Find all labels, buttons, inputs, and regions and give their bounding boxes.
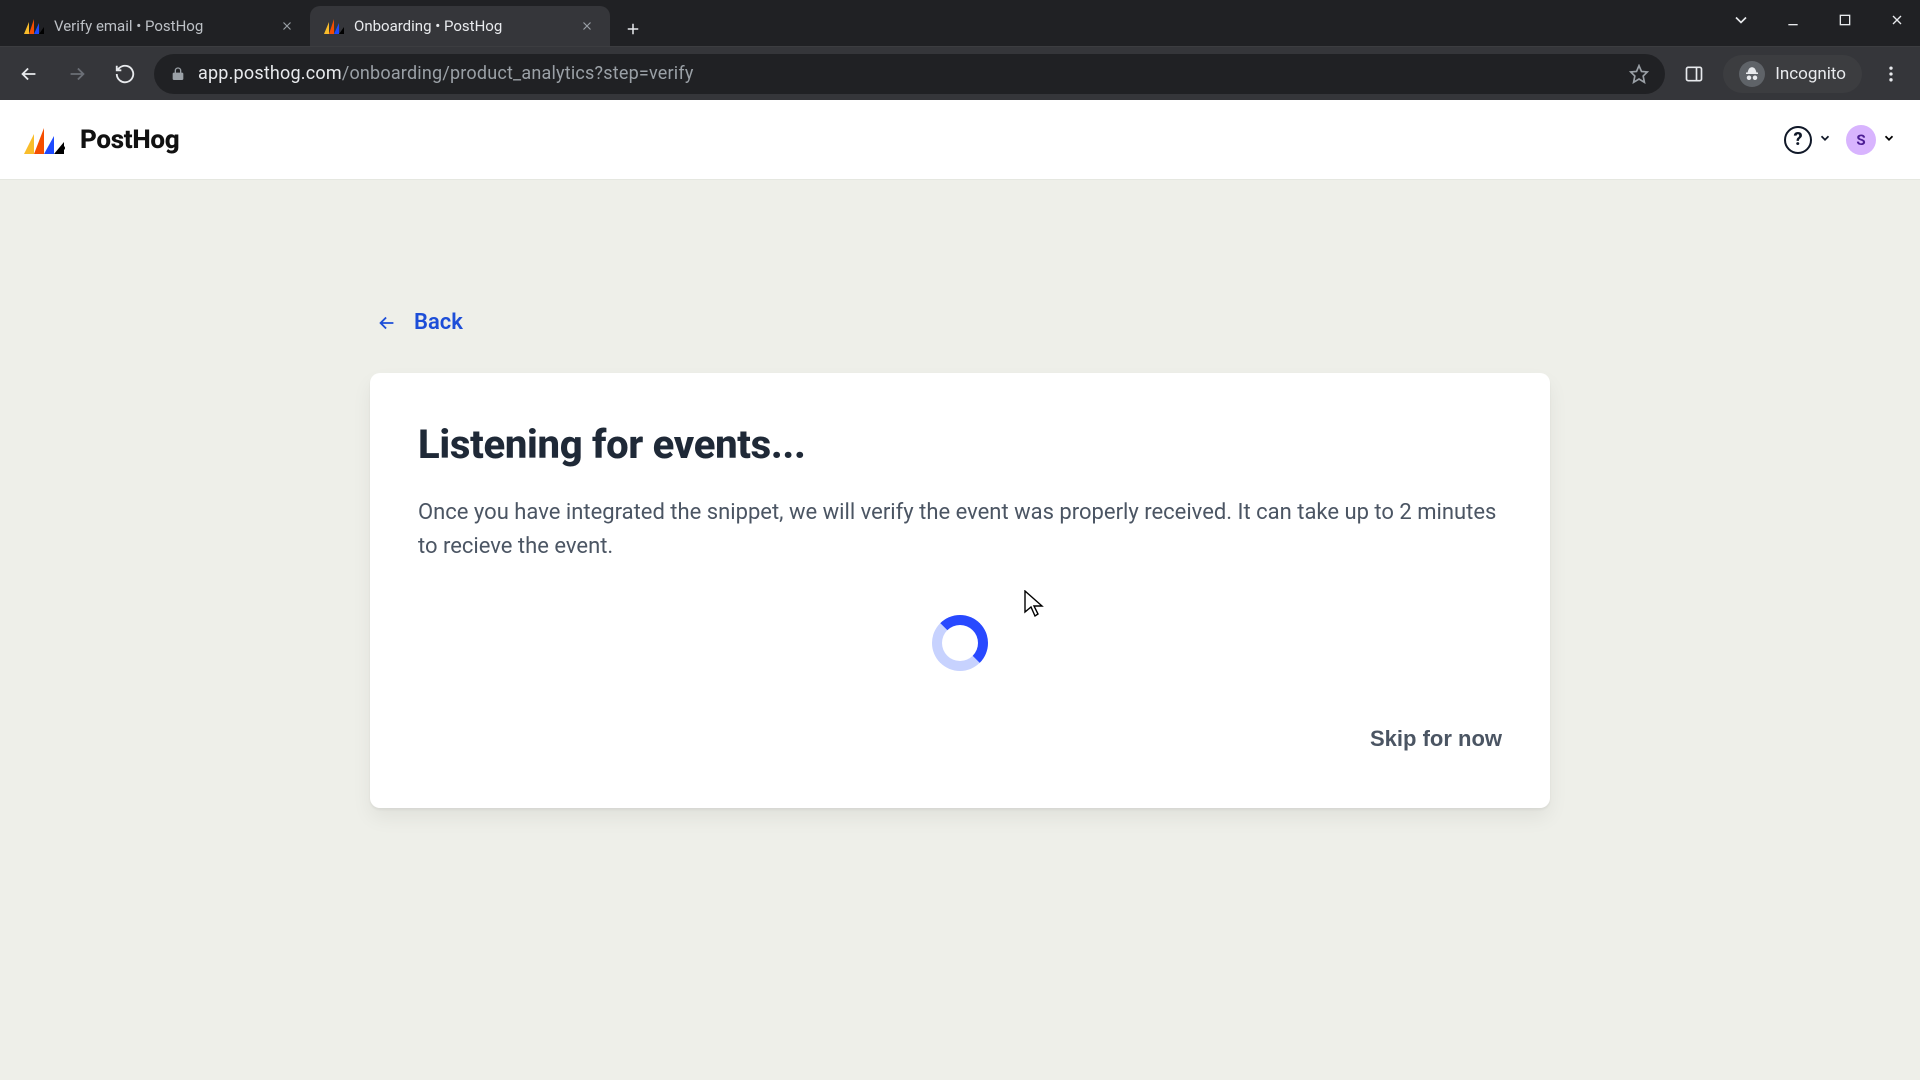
card-description: Once you have integrated the snippet, we… [418, 496, 1502, 564]
address-bar[interactable]: app.posthog.com/onboarding/product_analy… [154, 54, 1665, 94]
logo[interactable]: PostHog [24, 125, 179, 155]
posthog-logo-icon [24, 126, 68, 154]
browser-tab[interactable]: Verify email • PostHog [10, 6, 310, 46]
chevron-down-icon [1882, 130, 1896, 149]
onboarding-card: Listening for events... Once you have in… [370, 373, 1550, 808]
window-minimize-button[interactable] [1776, 5, 1810, 35]
nav-forward-button[interactable] [58, 55, 96, 93]
onboarding-content: Back Listening for events... Once you ha… [370, 310, 1550, 808]
back-link-label: Back [414, 310, 463, 335]
help-icon: ? [1784, 126, 1812, 154]
browser-tab-title: Onboarding • PostHog [354, 17, 568, 35]
help-menu[interactable]: ? [1784, 126, 1832, 154]
cursor-icon [1024, 590, 1044, 618]
brand-name: PostHog [80, 125, 179, 155]
browser-menu-button[interactable] [1872, 55, 1910, 93]
card-title: Listening for events... [418, 421, 1502, 468]
loading-spinner-icon [932, 615, 988, 671]
posthog-favicon-icon [24, 16, 44, 36]
browser-tab[interactable]: Onboarding • PostHog [310, 6, 610, 46]
tabs-dropdown-button[interactable] [1724, 5, 1758, 35]
app-header: PostHog ? S [0, 100, 1920, 180]
posthog-favicon-icon [324, 16, 344, 36]
back-link[interactable]: Back [376, 310, 1550, 335]
browser-toolbar: app.posthog.com/onboarding/product_analy… [0, 46, 1920, 100]
nav-reload-button[interactable] [106, 55, 144, 93]
incognito-indicator: Incognito [1723, 55, 1862, 93]
address-url-path: /onboarding/product_analytics?step=verif… [342, 63, 694, 84]
browser-tab-title: Verify email • PostHog [54, 17, 268, 35]
bookmark-star-icon[interactable] [1629, 64, 1649, 84]
page: PostHog ? S Back Listening for events... [0, 100, 1920, 1080]
nav-back-button[interactable] [10, 55, 48, 93]
spinner-wrap [418, 608, 1502, 678]
side-panel-button[interactable] [1675, 55, 1713, 93]
window-maximize-button[interactable] [1828, 5, 1862, 35]
window-close-button[interactable] [1880, 5, 1914, 35]
close-tab-icon[interactable] [278, 17, 296, 35]
avatar: S [1846, 125, 1876, 155]
user-menu[interactable]: S [1846, 125, 1896, 155]
browser-chrome: Verify email • PostHog Onboarding • Post… [0, 0, 1920, 100]
close-tab-icon[interactable] [578, 17, 596, 35]
address-url: app.posthog.com/onboarding/product_analy… [198, 63, 694, 84]
incognito-label: Incognito [1775, 64, 1846, 84]
tab-strip: Verify email • PostHog Onboarding • Post… [0, 0, 1920, 46]
incognito-icon [1739, 61, 1765, 87]
window-controls [1724, 0, 1914, 40]
address-url-host: app.posthog.com [198, 63, 342, 84]
card-footer: Skip for now [418, 726, 1502, 752]
lock-icon [170, 66, 186, 82]
header-right: ? S [1784, 125, 1896, 155]
vertical-scrollbar[interactable] [1902, 100, 1920, 1080]
new-tab-button[interactable] [616, 12, 650, 46]
skip-button[interactable]: Skip for now [1370, 726, 1502, 752]
chevron-down-icon [1818, 130, 1832, 149]
